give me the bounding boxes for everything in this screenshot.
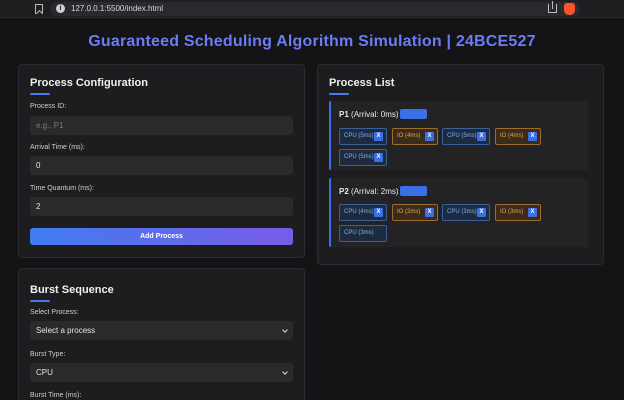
burst-label: CPU (4ms) bbox=[344, 209, 374, 215]
arrival-label: Arrival Time (ms): bbox=[30, 144, 85, 151]
status-badge bbox=[400, 186, 427, 196]
process-card: P2 (Arrival: 2ms) CPU (4ms) X IO (2ms) X… bbox=[329, 178, 588, 247]
quantum-label: Time Quantum (ms): bbox=[30, 185, 94, 192]
burst-chip: CPU (3ms) X bbox=[442, 204, 490, 221]
process-card: P1 (Arrival: 0ms) CPU (5ms) X IO (4ms) X… bbox=[329, 101, 588, 170]
burst-label: CPU (3ms) bbox=[447, 209, 477, 215]
page-title: Guaranteed Scheduling Algorithm Simulati… bbox=[88, 33, 536, 50]
heading-underline bbox=[30, 93, 50, 95]
burst-label: CPU (3ms) bbox=[344, 230, 374, 236]
remove-burst-button[interactable]: X bbox=[425, 132, 434, 141]
quantum-input[interactable]: 2 bbox=[30, 197, 293, 216]
burst-time-label: Burst Time (ms): bbox=[30, 392, 82, 399]
burst-chip: IO (3ms) X bbox=[495, 204, 541, 221]
process-name: P2 bbox=[339, 187, 349, 196]
burst-label: CPU (5ms) bbox=[447, 133, 477, 139]
arrival-input[interactable]: 0 bbox=[30, 156, 293, 175]
burst-chip: IO (4ms) X bbox=[495, 128, 541, 145]
remove-burst-button[interactable]: X bbox=[477, 132, 486, 141]
remove-burst-button[interactable]: X bbox=[374, 208, 383, 217]
burst-label: IO (3ms) bbox=[500, 209, 524, 215]
process-arrival: (Arrival: 0ms) bbox=[351, 110, 399, 119]
burst-type-label: Burst Type: bbox=[30, 351, 66, 358]
url-text[interactable]: 127.0.0.1:5500/index.html bbox=[71, 3, 163, 14]
select-process-label: Select Process: bbox=[30, 309, 79, 316]
status-badge bbox=[400, 109, 427, 119]
burst-label: IO (4ms) bbox=[397, 133, 421, 139]
burst-label: CPU (5ms) bbox=[344, 133, 374, 139]
chevron-down-icon bbox=[282, 369, 288, 375]
process-config-panel: Process Configuration Process ID: e.g., … bbox=[18, 64, 305, 258]
process-config-heading: Process Configuration bbox=[30, 77, 148, 89]
share-icon[interactable] bbox=[548, 1, 557, 13]
heading-underline bbox=[329, 93, 349, 95]
remove-burst-button[interactable]: X bbox=[374, 153, 383, 162]
burst-chip: CPU (3ms) bbox=[339, 225, 387, 242]
burst-type-select[interactable]: CPU bbox=[30, 363, 293, 382]
burst-chip: CPU (5ms) X bbox=[339, 149, 387, 166]
burst-type-value: CPU bbox=[36, 368, 53, 377]
burst-sequence-panel: Burst Sequence Select Process: Select a … bbox=[18, 268, 305, 400]
remove-burst-button[interactable]: X bbox=[528, 208, 537, 217]
process-select-value: Select a process bbox=[36, 326, 96, 335]
burst-chip: IO (4ms) X bbox=[392, 128, 438, 145]
burst-label: IO (4ms) bbox=[500, 133, 524, 139]
add-process-button[interactable]: Add Process bbox=[30, 228, 293, 245]
process-list-heading: Process List bbox=[329, 77, 395, 89]
process-arrival: (Arrival: 2ms) bbox=[351, 187, 399, 196]
pid-input[interactable]: e.g., P1 bbox=[30, 116, 293, 135]
process-select[interactable]: Select a process bbox=[30, 321, 293, 340]
burst-label: IO (2ms) bbox=[397, 209, 421, 215]
remove-burst-button[interactable]: X bbox=[477, 208, 486, 217]
burst-chip: CPU (5ms) X bbox=[442, 128, 490, 145]
remove-burst-button[interactable]: X bbox=[425, 208, 434, 217]
pid-label: Process ID: bbox=[30, 103, 67, 110]
remove-burst-button[interactable]: X bbox=[374, 132, 383, 141]
info-icon[interactable]: i bbox=[56, 4, 65, 13]
burst-chip: CPU (5ms) X bbox=[339, 128, 387, 145]
burst-chip: IO (2ms) X bbox=[392, 204, 438, 221]
heading-underline bbox=[30, 300, 50, 302]
burst-sequence-heading: Burst Sequence bbox=[30, 284, 114, 296]
remove-burst-button[interactable]: X bbox=[528, 132, 537, 141]
browser-toolbar: i 127.0.0.1:5500/index.html bbox=[0, 0, 624, 18]
burst-label: CPU (5ms) bbox=[344, 154, 374, 160]
chevron-down-icon bbox=[282, 327, 288, 333]
brave-shield-icon[interactable] bbox=[564, 3, 575, 15]
process-name: P1 bbox=[339, 110, 349, 119]
bookmark-icon[interactable] bbox=[35, 4, 43, 14]
burst-chip: CPU (4ms) X bbox=[339, 204, 387, 221]
